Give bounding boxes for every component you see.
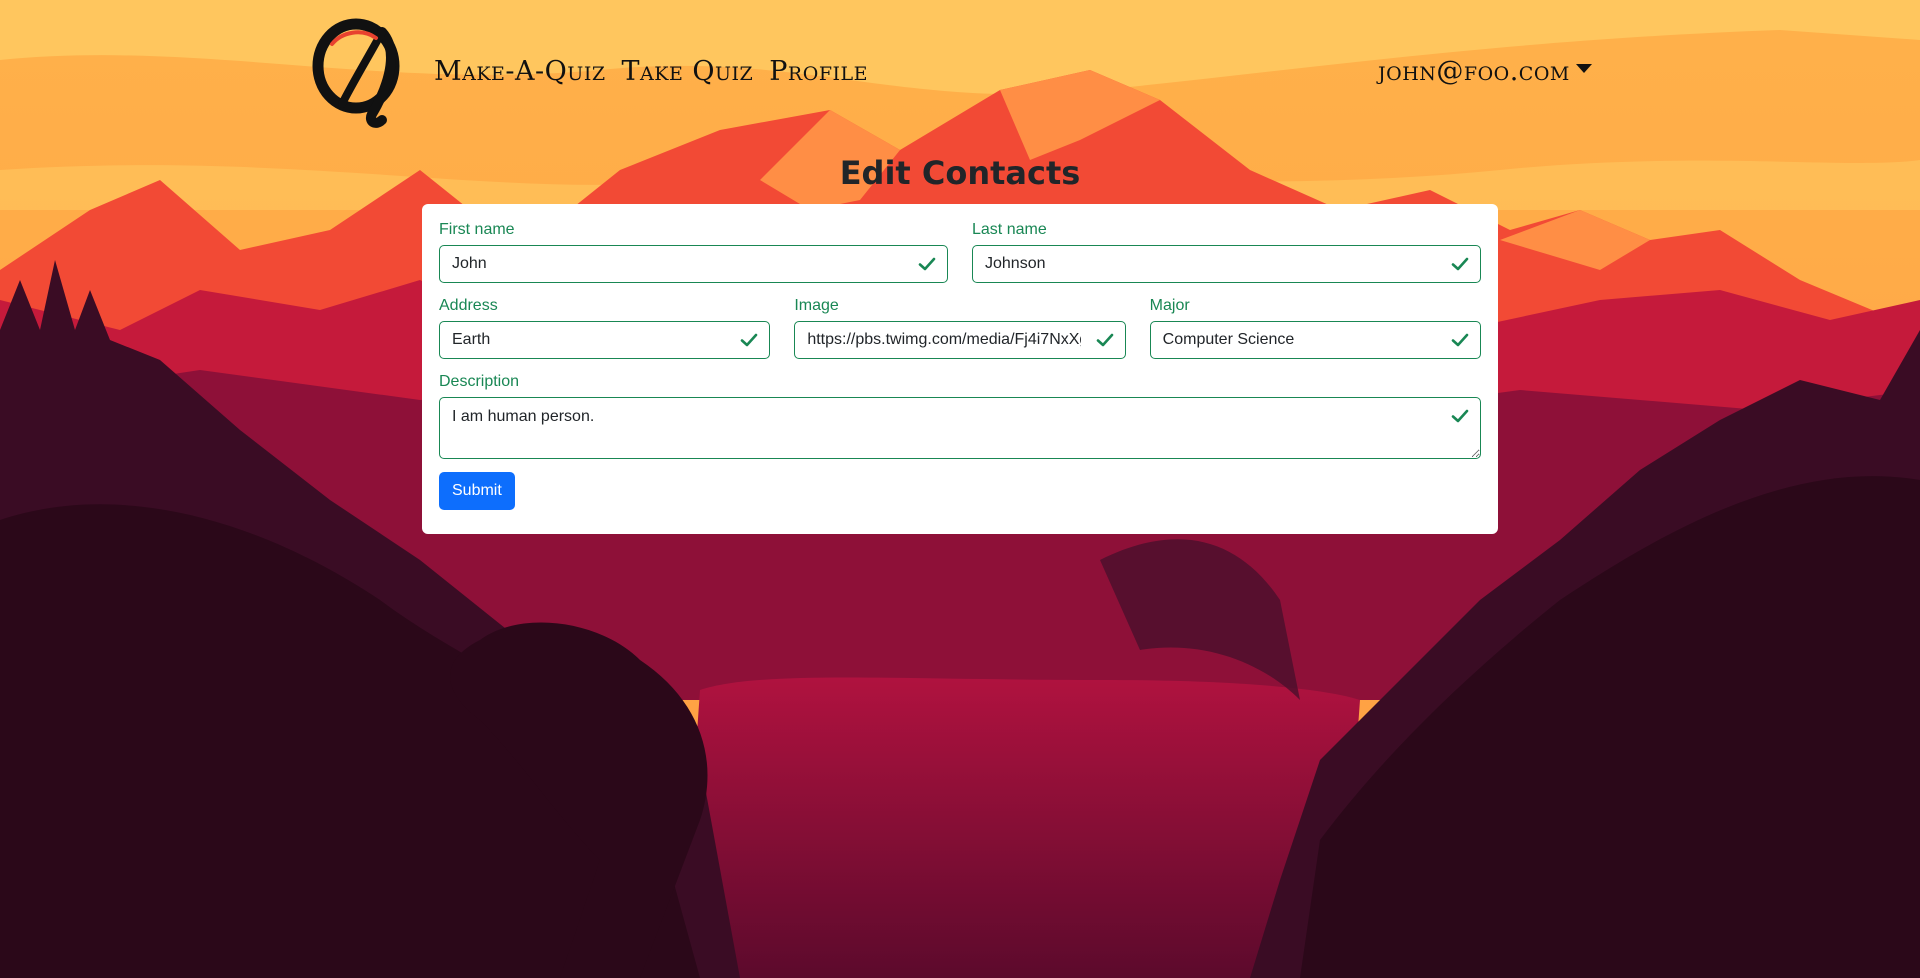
form-row-description: Description I am human person. — [439, 372, 1481, 459]
nav-link-profile[interactable]: Profile — [769, 54, 868, 90]
last-name-input[interactable] — [972, 245, 1481, 283]
caret-down-icon — [1575, 63, 1592, 73]
quiz-logo-icon[interactable] — [312, 14, 404, 130]
check-icon — [1451, 333, 1469, 347]
user-email: john@foo.com — [1378, 56, 1570, 87]
page-title: Edit Contacts — [839, 154, 1081, 192]
edit-contact-form: First name Last name Address Image — [422, 204, 1498, 534]
description-textarea[interactable]: I am human person. — [439, 397, 1481, 459]
last-name-group: Last name — [972, 220, 1481, 283]
check-icon — [741, 333, 758, 347]
major-group: Major — [1149, 296, 1481, 359]
nav-links: Make-A-Quiz Take Quiz Profile — [434, 54, 868, 90]
address-input[interactable] — [439, 321, 771, 359]
first-name-group: First name — [439, 220, 948, 283]
check-icon — [1451, 257, 1469, 271]
address-group: Address — [439, 296, 771, 359]
first-name-label: First name — [439, 221, 515, 238]
major-label: Major — [1149, 297, 1190, 314]
form-row-details: Address Image Major — [439, 296, 1481, 359]
nav-link-take-quiz[interactable]: Take Quiz — [622, 54, 754, 90]
last-name-label: Last name — [972, 221, 1047, 238]
image-url-input[interactable] — [794, 321, 1126, 359]
description-label: Description — [439, 373, 520, 390]
check-icon — [1096, 333, 1113, 347]
address-label: Address — [439, 297, 498, 314]
check-icon — [1451, 409, 1469, 423]
description-group: Description I am human person. — [439, 372, 1481, 459]
nav-link-make-a-quiz[interactable]: Make-A-Quiz — [434, 54, 606, 90]
submit-button[interactable]: Submit — [439, 472, 515, 510]
major-input[interactable] — [1149, 321, 1481, 359]
first-name-input[interactable] — [439, 245, 948, 283]
image-group: Image — [794, 296, 1126, 359]
user-menu-dropdown[interactable]: john@foo.com — [1378, 54, 1592, 90]
top-navbar: Make-A-Quiz Take Quiz Profile john@foo.c… — [0, 0, 1920, 140]
image-label: Image — [794, 297, 839, 314]
form-row-name: First name Last name — [439, 220, 1481, 283]
check-icon — [918, 257, 936, 271]
